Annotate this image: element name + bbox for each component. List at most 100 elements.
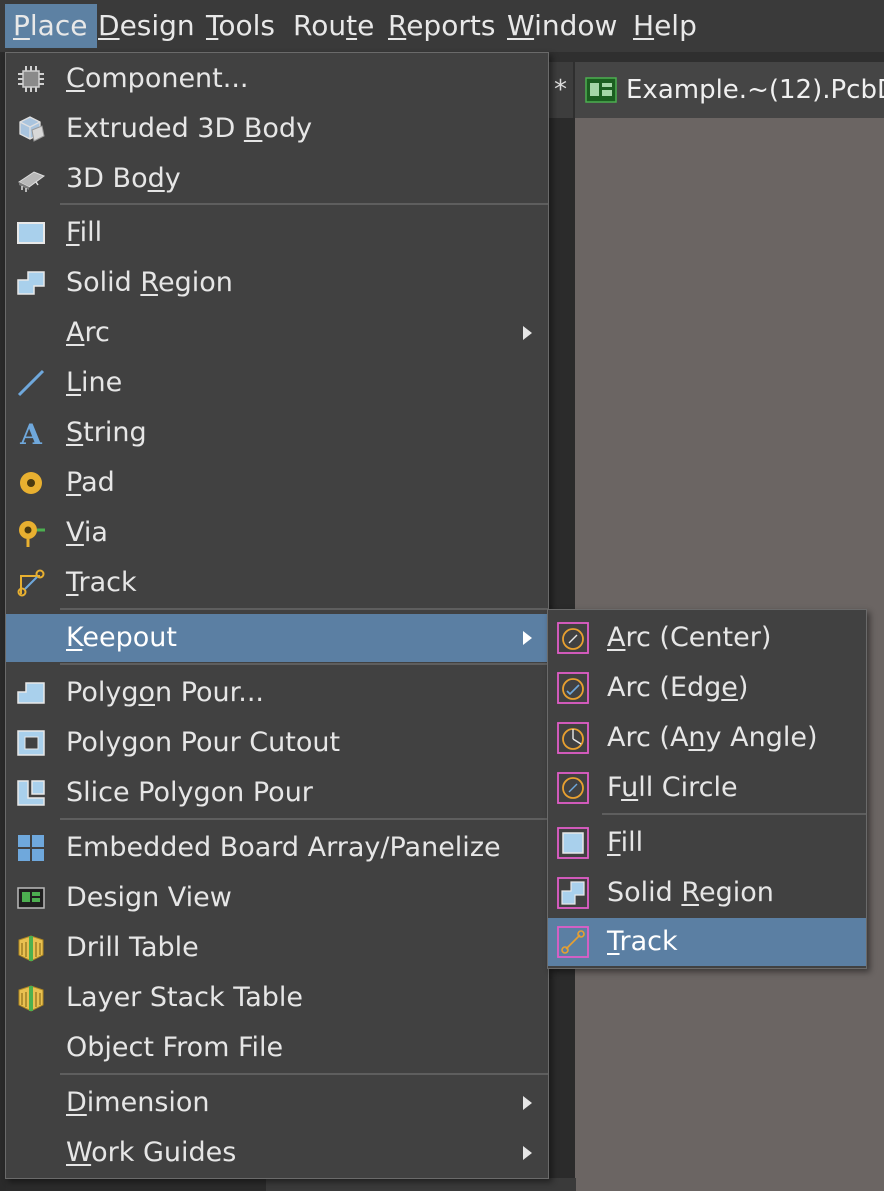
menu-tools[interactable]: Tools [206, 4, 275, 48]
string-icon [16, 418, 46, 448]
menu-item-fill[interactable]: Fill [6, 209, 548, 257]
keepout-solid-region-icon [557, 877, 589, 909]
keepout-fill-icon [557, 827, 589, 859]
menu-item-label: Polygon Pour... [66, 677, 265, 708]
menu-item-label: Drill Table [66, 932, 199, 963]
menu-item-label: Slice Polygon Pour [66, 777, 313, 808]
bottom-panel-edge [266, 1178, 576, 1191]
menu-item-label: Fill [607, 827, 644, 858]
menu-item-label: Solid Region [66, 267, 233, 298]
menu-item-drill-table[interactable]: Drill Table [6, 924, 548, 972]
menu-item-label: Design View [66, 882, 232, 913]
menu-item-polygon-pour[interactable]: Polygon Pour... [6, 669, 548, 717]
submenu-item-fill[interactable]: Fill [548, 819, 866, 867]
menu-item-design-view[interactable]: Design View [6, 874, 548, 922]
menu-item-keepout[interactable]: Keepout [6, 614, 548, 662]
menu-item-label: Arc [66, 317, 110, 348]
submenu-arrow-icon [523, 1096, 532, 1110]
document-tab-pcbdoc[interactable]: Example.~(12).PcbDoc [575, 62, 884, 118]
keepout-arc-any-angle-icon [557, 722, 589, 754]
submenu-item-arc-center[interactable]: Arc (Center) [548, 614, 866, 662]
menu-item-label: Embedded Board Array/Panelize [66, 832, 501, 863]
menu-item-label: Full Circle [607, 772, 738, 803]
menu-item-label: Track [66, 567, 137, 598]
menu-item-label: Arc (Any Angle) [607, 722, 818, 753]
menu-item-pad[interactable]: Pad [6, 459, 548, 507]
menu-help[interactable]: Help [633, 4, 697, 48]
submenu-item-arc-any-angle[interactable]: Arc (Any Angle) [548, 714, 866, 762]
menu-item-label: Via [66, 517, 108, 548]
menu-separator [60, 203, 548, 205]
menu-item-label: Extruded 3D Body [66, 113, 313, 144]
fill-icon [16, 218, 46, 248]
submenu-arrow-icon [523, 631, 532, 645]
menu-reports[interactable]: Reports [388, 4, 495, 48]
menu-item-extruded-3d-body[interactable]: Extruded 3D Body [6, 105, 548, 153]
via-icon [16, 518, 46, 548]
slice-polygon-pour-icon [16, 778, 46, 808]
menu-item-label: Arc (Edge) [607, 672, 749, 703]
menu-item-track[interactable]: Track [6, 559, 548, 607]
menu-separator [60, 663, 548, 665]
line-icon [16, 368, 46, 398]
menu-item-label: Keepout [66, 622, 177, 653]
keepout-submenu: Arc (Center) Arc (Edge) Arc (Any Angle) … [547, 609, 867, 969]
menu-item-label: Line [66, 367, 123, 398]
menu-item-label: 3D Body [66, 163, 181, 194]
submenu-item-track[interactable]: Track [548, 918, 866, 966]
track-icon [16, 568, 46, 598]
3d-body-icon [16, 164, 46, 194]
menu-item-layer-stack-table[interactable]: Layer Stack Table [6, 974, 548, 1022]
submenu-item-full-circle[interactable]: Full Circle [548, 764, 866, 812]
menu-item-dimension[interactable]: Dimension [6, 1079, 548, 1127]
menu-route[interactable]: Route [293, 4, 374, 48]
polygon-pour-cutout-icon [16, 728, 46, 758]
layer-stack-table-icon [16, 983, 46, 1013]
menu-item-polygon-pour-cutout[interactable]: Polygon Pour Cutout [6, 719, 548, 767]
menu-item-label: Dimension [66, 1087, 210, 1118]
drill-table-icon [16, 933, 46, 963]
submenu-item-solid-region[interactable]: Solid Region [548, 869, 866, 917]
submenu-arrow-icon [523, 326, 532, 340]
menubar: Place Design Tools Route Reports Window … [0, 0, 884, 52]
menu-item-label: Work Guides [66, 1137, 237, 1168]
extruded-3d-body-icon [16, 114, 46, 144]
menu-item-embedded-board-array[interactable]: Embedded Board Array/Panelize [6, 824, 548, 872]
keepout-full-circle-icon [557, 772, 589, 804]
menu-item-line[interactable]: Line [6, 359, 548, 407]
submenu-arrow-icon [523, 1146, 532, 1160]
menu-window[interactable]: Window [507, 4, 617, 48]
menu-item-label: Object From File [66, 1032, 284, 1063]
menu-separator [60, 1073, 548, 1075]
tab-modified-marker[interactable]: * [548, 62, 573, 118]
menu-item-label: Track [607, 926, 678, 957]
menu-item-label: Polygon Pour Cutout [66, 727, 341, 758]
menu-item-3d-body[interactable]: 3D Body [6, 155, 548, 203]
place-menu: Component... Extruded 3D Body 3D Body Fi… [5, 52, 549, 1179]
menu-item-object-from-file[interactable]: Object From File [6, 1024, 548, 1072]
menu-item-label: Layer Stack Table [66, 982, 304, 1013]
embedded-board-array-icon [16, 833, 46, 863]
menu-separator [602, 813, 866, 815]
menu-item-solid-region[interactable]: Solid Region [6, 259, 548, 307]
menu-item-string[interactable]: String [6, 409, 548, 457]
keepout-track-icon [557, 926, 589, 958]
design-view-icon [16, 883, 46, 913]
menu-item-component[interactable]: Component... [6, 55, 548, 103]
menu-item-label: Component... [66, 63, 249, 94]
menu-item-via[interactable]: Via [6, 509, 548, 557]
menu-item-label: Fill [66, 217, 103, 248]
component-chip-icon [16, 64, 46, 94]
menu-item-slice-polygon-pour[interactable]: Slice Polygon Pour [6, 769, 548, 817]
menu-design[interactable]: Design [98, 4, 195, 48]
document-tab-title: Example.~(12).PcbDoc [626, 75, 884, 105]
menu-separator [60, 818, 548, 820]
keepout-arc-center-icon [557, 622, 589, 654]
submenu-item-arc-edge[interactable]: Arc (Edge) [548, 664, 866, 712]
solid-region-icon [16, 268, 46, 298]
menu-item-work-guides[interactable]: Work Guides [6, 1129, 548, 1177]
menu-item-arc[interactable]: Arc [6, 309, 548, 357]
menu-separator [60, 608, 548, 610]
menu-item-label: Pad [66, 467, 115, 498]
menu-place[interactable]: Place [5, 4, 97, 48]
